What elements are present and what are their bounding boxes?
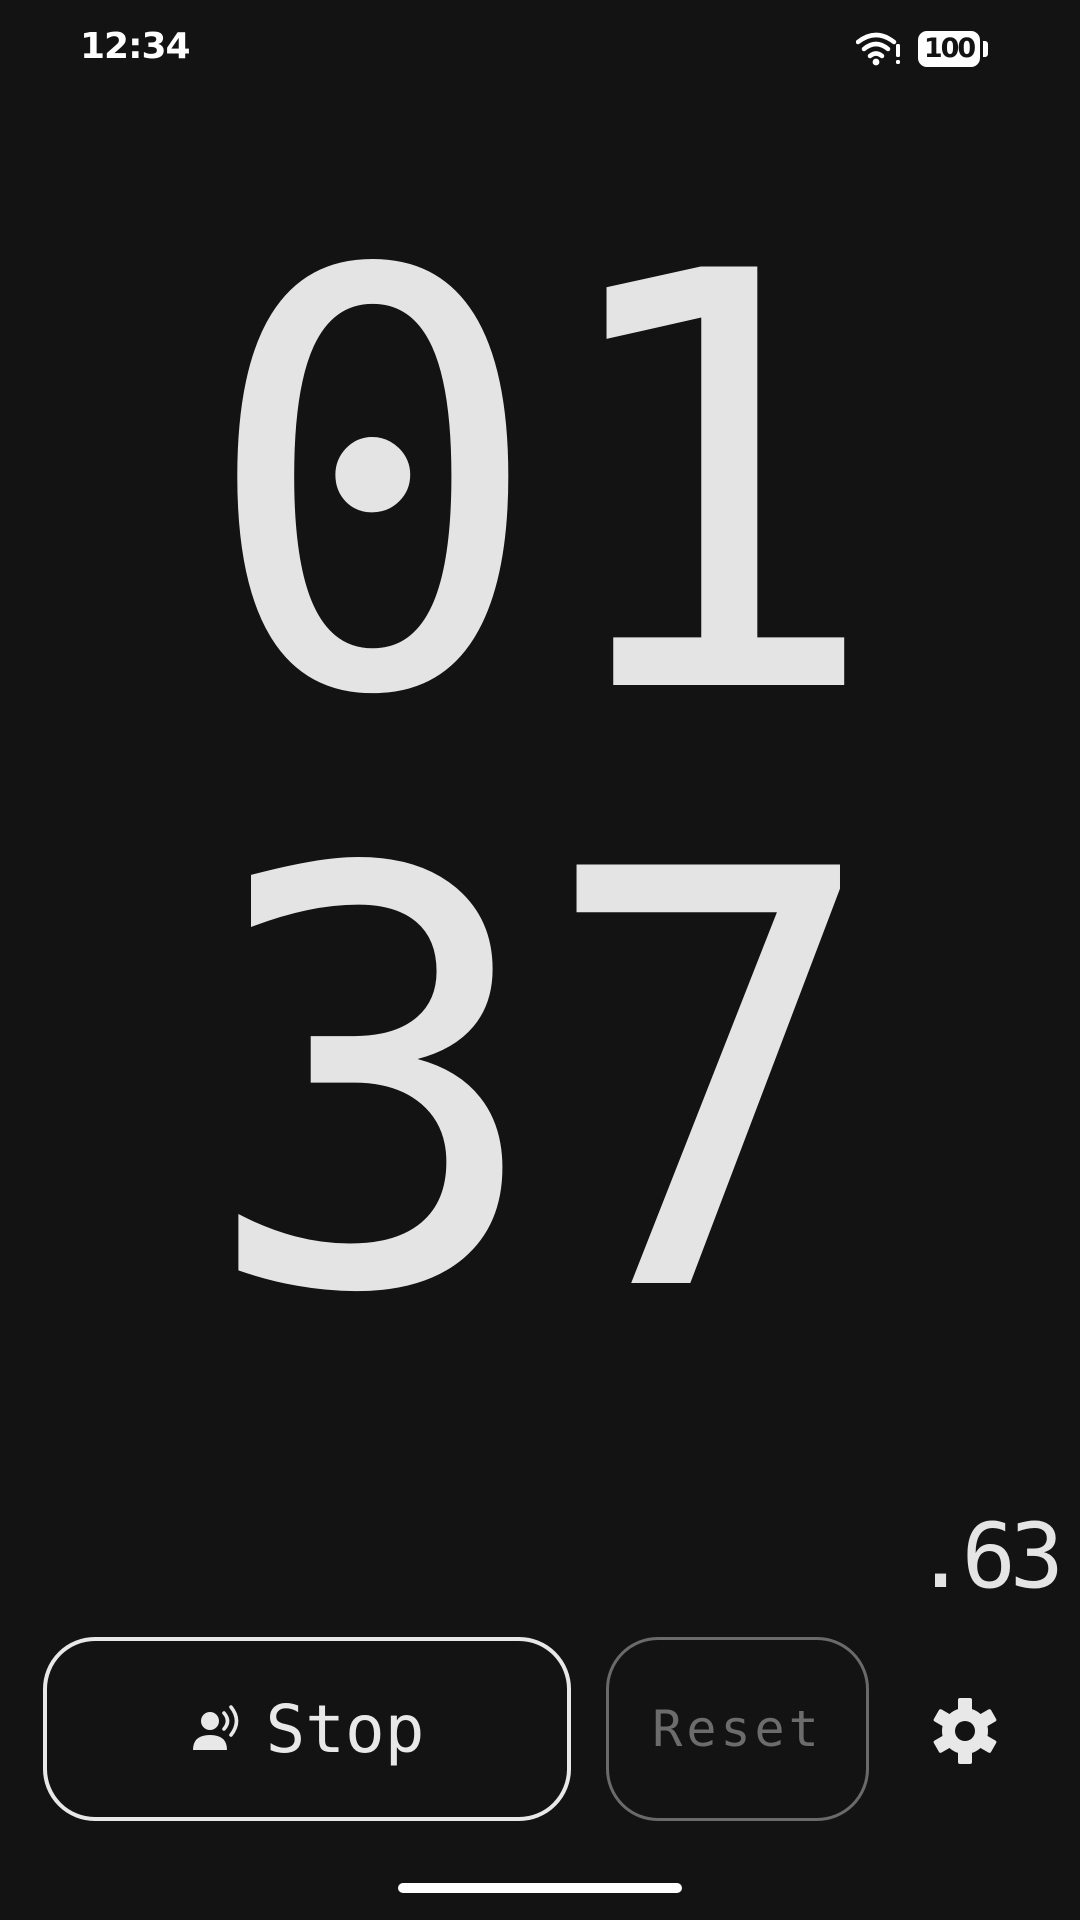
status-time: 12:34 [80,26,191,67]
wifi-alert-icon [856,32,900,66]
stopwatch-screen: 12:34 100 01 37 .63 Stop Reset [0,0,1080,1920]
battery-tip [983,41,988,57]
timer-seconds: 37 [200,751,883,1419]
reset-button-label: Reset [652,1700,823,1758]
timer-minutes: 01 [200,153,883,821]
gear-icon[interactable] [930,1696,1000,1766]
stop-button-label: Stop [265,1690,425,1768]
home-indicator[interactable] [398,1883,682,1893]
timer-fraction: .63 [913,1504,1064,1609]
reset-button[interactable]: Reset [606,1637,869,1821]
voice-person-icon [192,1705,238,1750]
battery-indicator: 100 [918,31,980,67]
stop-button[interactable]: Stop [43,1637,571,1821]
